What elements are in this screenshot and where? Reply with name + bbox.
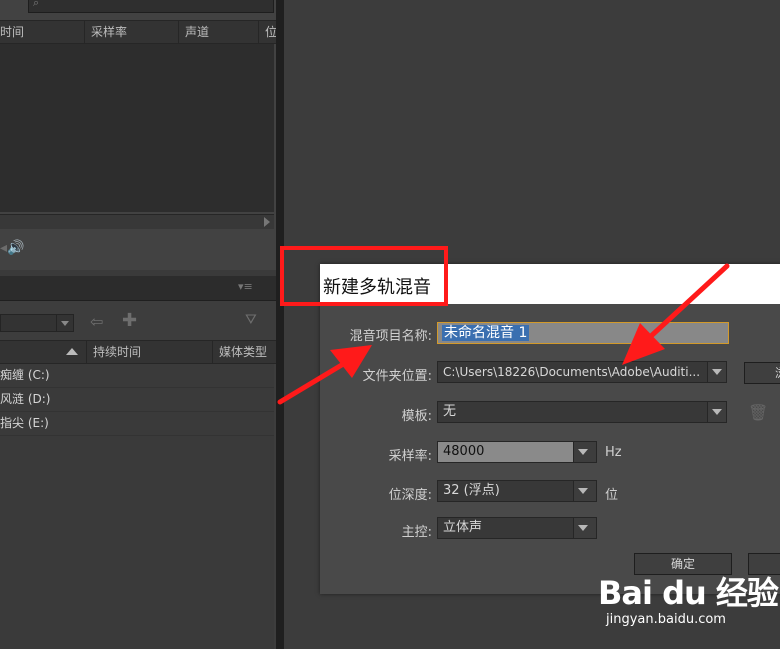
folder-location-label: 文件夹位置: (362, 369, 432, 384)
folder-location-select[interactable]: C:\Users\18226\Documents\Adobe\Auditi... (437, 361, 727, 383)
files-panel: ⌕ 时间 采样率 声道 位 ◂🔊 (0, 0, 277, 270)
bit-depth-value: 32 (浮点) (443, 483, 500, 498)
bit-depth-label: 位深度: (388, 488, 432, 503)
sample-rate-select[interactable]: 48000 (437, 441, 597, 463)
mix-name-value: 未命名混音 1 (442, 325, 530, 341)
mix-name-label: 混音项目名称: (349, 329, 432, 344)
chevron-down-icon (707, 402, 726, 422)
browse-button[interactable]: 浏 (744, 362, 780, 384)
baidu-jingyan-watermark: Bai du 经验 jingyan.baidu.com (598, 568, 779, 638)
add-shortcut-icon[interactable]: ✚ (122, 310, 137, 331)
horizontal-scrollbar[interactable] (0, 214, 274, 229)
files-toolbar: ◂🔊 (0, 230, 276, 266)
files-list[interactable] (0, 44, 274, 212)
master-select[interactable]: 立体声 (437, 517, 597, 539)
new-multitrack-dialog: 新建多轨混音 混音项目名称: 未命名混音 1 文件夹位置: C:\Users\1… (320, 264, 780, 594)
drive-list: 痴缠 (C:) 风涟 (D:) 指尖 (E:) (0, 364, 274, 649)
bit-depth-unit: 位 (605, 488, 619, 503)
mix-name-input[interactable]: 未命名混音 1 (437, 322, 729, 344)
chevron-down-icon (573, 518, 596, 538)
speaker-icon[interactable]: ◂🔊 (0, 240, 28, 260)
bit-depth-select[interactable]: 32 (浮点) (437, 480, 597, 502)
master-value: 立体声 (443, 520, 483, 535)
media-table-header: 持续时间 媒体类型 (0, 340, 276, 364)
chevron-down-icon (707, 362, 726, 382)
back-arrow-icon[interactable]: ⇦ (90, 312, 103, 331)
chevron-down-icon (573, 481, 596, 501)
filter-icon[interactable]: ⛛ (245, 312, 257, 328)
sort-ascending-icon (66, 348, 78, 355)
chevron-down-icon (56, 315, 73, 331)
media-browser-panel: ▾≡ ⇦ ✚ ⛛ 持续时间 媒体类型 痴缠 (C:) 风涟 (D:) 指尖 (E… (0, 276, 276, 649)
column-header-duration[interactable]: 持续时间 (86, 341, 212, 363)
column-header-duration[interactable]: 时间 (0, 21, 80, 43)
column-header-media-type[interactable]: 媒体类型 (212, 341, 276, 363)
files-search-input[interactable]: ⌕ (28, 0, 274, 13)
panel-menu-icon[interactable]: ▾≡ (238, 280, 258, 294)
sample-rate-label: 采样率: (388, 449, 432, 464)
sample-rate-unit: Hz (605, 445, 622, 460)
drive-item-c[interactable]: 痴缠 (C:) (0, 364, 274, 388)
drive-item-e[interactable]: 指尖 (E:) (0, 412, 274, 436)
panel-divider[interactable] (276, 0, 284, 649)
search-icon: ⌕ (33, 0, 40, 9)
template-select[interactable]: 无 (437, 401, 727, 423)
scroll-right-arrow-icon[interactable] (264, 217, 270, 227)
master-label: 主控: (401, 525, 432, 540)
folder-location-value: C:\Users\18226\Documents\Adobe\Auditi... (443, 365, 701, 379)
panel-tab-bar: ▾≡ (0, 276, 276, 301)
watermark-url: jingyan.baidu.com (606, 612, 726, 627)
media-toolbar: ⇦ ✚ ⛛ (0, 306, 276, 338)
column-header-sample-rate[interactable]: 采样率 (84, 21, 178, 43)
chevron-down-icon (573, 442, 596, 462)
drive-item-d[interactable]: 风涟 (D:) (0, 388, 274, 412)
template-value: 无 (443, 404, 457, 419)
column-header-bits[interactable]: 位 (258, 21, 277, 43)
location-select[interactable] (0, 314, 74, 332)
highlight-box (280, 246, 448, 306)
trash-icon[interactable]: 🗑 (748, 403, 768, 422)
column-header-name[interactable] (0, 341, 86, 363)
watermark-logo: Bai du 经验 (598, 574, 779, 612)
column-header-channels[interactable]: 声道 (178, 21, 258, 43)
template-label: 模板: (401, 409, 432, 424)
files-table-header: 时间 采样率 声道 位 (0, 20, 277, 44)
sample-rate-value: 48000 (443, 444, 485, 459)
